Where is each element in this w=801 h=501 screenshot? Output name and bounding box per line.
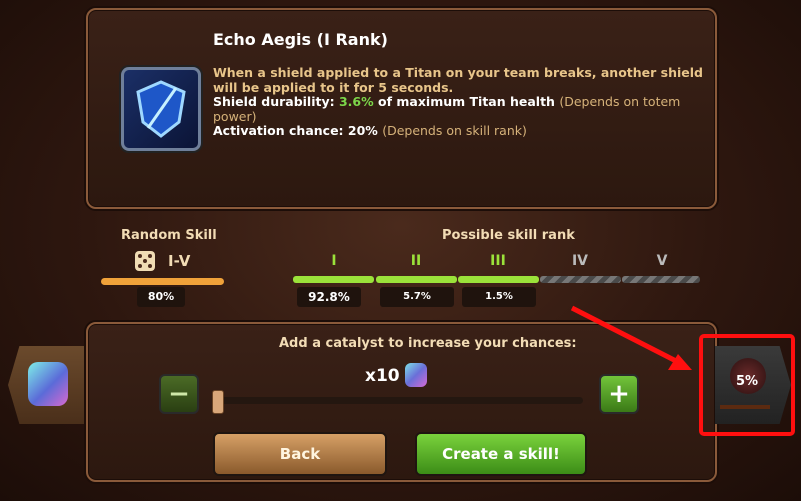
possible-rank-label: Possible skill rank bbox=[442, 228, 575, 243]
skill-description: When a shield applied to a Titan on your… bbox=[213, 65, 703, 139]
rank-percent-ii: 5.7% bbox=[380, 287, 454, 307]
decrease-catalyst-button[interactable]: − bbox=[159, 374, 199, 414]
shield-icon bbox=[121, 67, 201, 151]
activation-note: (Depends on skill rank) bbox=[382, 123, 527, 138]
random-rank-range: I-V bbox=[168, 252, 191, 270]
random-skill-label: Random Skill bbox=[121, 228, 217, 243]
durability-label: Shield durability: bbox=[213, 94, 335, 109]
catalyst-count: x10 bbox=[365, 366, 400, 386]
random-skill-bar bbox=[101, 278, 224, 285]
skill-effect-text: When a shield applied to a Titan on your… bbox=[213, 65, 703, 95]
dice-icon bbox=[135, 251, 155, 271]
rank-label-iii: III bbox=[490, 253, 506, 269]
catalyst-gem-icon bbox=[405, 363, 427, 387]
arrow-icon bbox=[570, 305, 692, 370]
catalyst-gem-icon bbox=[28, 362, 68, 406]
catalyst-prompt: Add a catalyst to increase your chances: bbox=[279, 336, 577, 351]
catalyst-slider[interactable] bbox=[215, 397, 583, 404]
rank-percent-iii: 1.5% bbox=[462, 287, 536, 307]
activation-line: Activation chance: 20% (Depends on skill… bbox=[213, 123, 703, 139]
skill-title: Echo Aegis (I Rank) bbox=[213, 30, 388, 49]
highlight-box bbox=[699, 334, 795, 436]
rank-bar-i bbox=[293, 276, 374, 283]
activation-label: Activation chance: 20% bbox=[213, 123, 378, 138]
random-skill-percent: 80% bbox=[137, 287, 185, 307]
increase-catalyst-button[interactable]: + bbox=[599, 374, 639, 414]
catalyst-slider-handle[interactable] bbox=[212, 390, 224, 414]
create-skill-button[interactable]: Create a skill! bbox=[415, 432, 587, 476]
durability-line: Shield durability: 3.6% of maximum Titan… bbox=[213, 94, 703, 124]
rank-bar-iv bbox=[540, 276, 621, 283]
rank-label-v: V bbox=[656, 253, 668, 269]
rank-bar-ii bbox=[376, 276, 457, 283]
rank-label-iv: IV bbox=[571, 253, 589, 269]
back-button[interactable]: Back bbox=[213, 432, 387, 476]
rank-bar-v bbox=[622, 276, 700, 283]
durability-suffix: of maximum Titan health bbox=[378, 94, 555, 109]
rank-bar-iii bbox=[458, 276, 539, 283]
rank-label-ii: II bbox=[410, 253, 422, 269]
rank-percent-i: 92.8% bbox=[297, 287, 361, 307]
durability-value: 3.6% bbox=[338, 94, 374, 109]
rank-label-i: I bbox=[331, 253, 337, 269]
